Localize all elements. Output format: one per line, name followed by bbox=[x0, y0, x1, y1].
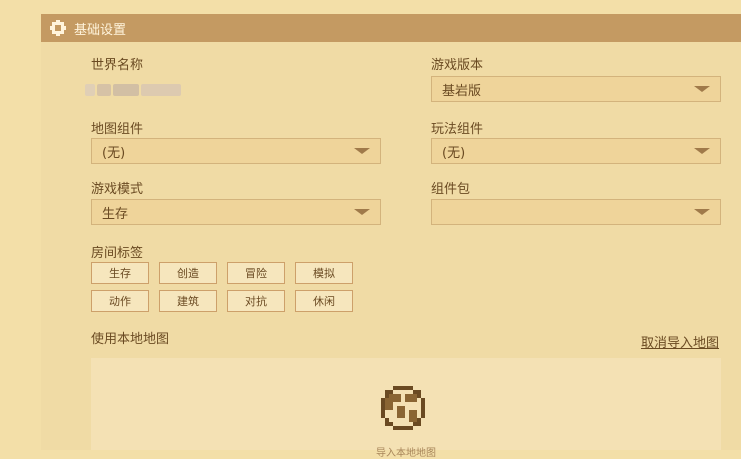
world-name-field[interactable] bbox=[85, 82, 193, 98]
chevron-down-icon bbox=[694, 86, 710, 92]
tag-creative[interactable]: 创造 bbox=[159, 262, 217, 284]
game-version-label: 游戏版本 bbox=[431, 58, 484, 73]
local-map-label: 使用本地地图 bbox=[91, 332, 170, 347]
import-map-icon bbox=[381, 386, 425, 430]
tag-pvp[interactable]: 对抗 bbox=[227, 290, 285, 312]
basic-settings-panel: 基础设置 世界名称 游戏版本 基岩版 地图组件 (无) 玩法组件 (无) 游戏模… bbox=[41, 14, 741, 459]
component-pack-select[interactable] bbox=[431, 199, 721, 225]
chevron-down-icon bbox=[694, 148, 710, 154]
tag-action[interactable]: 动作 bbox=[91, 290, 149, 312]
tag-casual[interactable]: 休闲 bbox=[295, 290, 353, 312]
game-mode-select[interactable]: 生存 bbox=[91, 199, 381, 225]
gameplay-component-label: 玩法组件 bbox=[431, 122, 484, 137]
chevron-down-icon bbox=[354, 209, 370, 215]
game-mode-label: 游戏模式 bbox=[91, 182, 144, 197]
import-local-map-text: 导入本地地图 bbox=[376, 448, 436, 459]
tag-building[interactable]: 建筑 bbox=[159, 290, 217, 312]
panel-title: 基础设置 bbox=[74, 22, 127, 38]
game-version-select[interactable]: 基岩版 bbox=[431, 76, 721, 102]
tag-survival[interactable]: 生存 bbox=[91, 262, 149, 284]
map-component-select[interactable]: (无) bbox=[91, 138, 381, 164]
tag-adventure[interactable]: 冒险 bbox=[227, 262, 285, 284]
game-mode-value: 生存 bbox=[102, 206, 129, 222]
world-name-label: 世界名称 bbox=[91, 58, 144, 73]
cancel-import-map-link[interactable]: 取消导入地图 bbox=[641, 332, 719, 351]
room-tags-label: 房间标签 bbox=[91, 246, 144, 261]
gameplay-component-value: (无) bbox=[442, 145, 466, 161]
panel-header: 基础设置 bbox=[41, 14, 741, 42]
map-component-value: (无) bbox=[102, 145, 126, 161]
chevron-down-icon bbox=[694, 209, 710, 215]
gear-icon bbox=[50, 20, 66, 36]
game-version-value: 基岩版 bbox=[442, 83, 482, 99]
component-pack-label: 组件包 bbox=[431, 182, 471, 197]
gameplay-component-select[interactable]: (无) bbox=[431, 138, 721, 164]
import-local-map-area[interactable]: 导入本地地图 bbox=[91, 358, 721, 459]
chevron-down-icon bbox=[354, 148, 370, 154]
map-component-label: 地图组件 bbox=[91, 122, 144, 137]
tag-simulation[interactable]: 模拟 bbox=[295, 262, 353, 284]
